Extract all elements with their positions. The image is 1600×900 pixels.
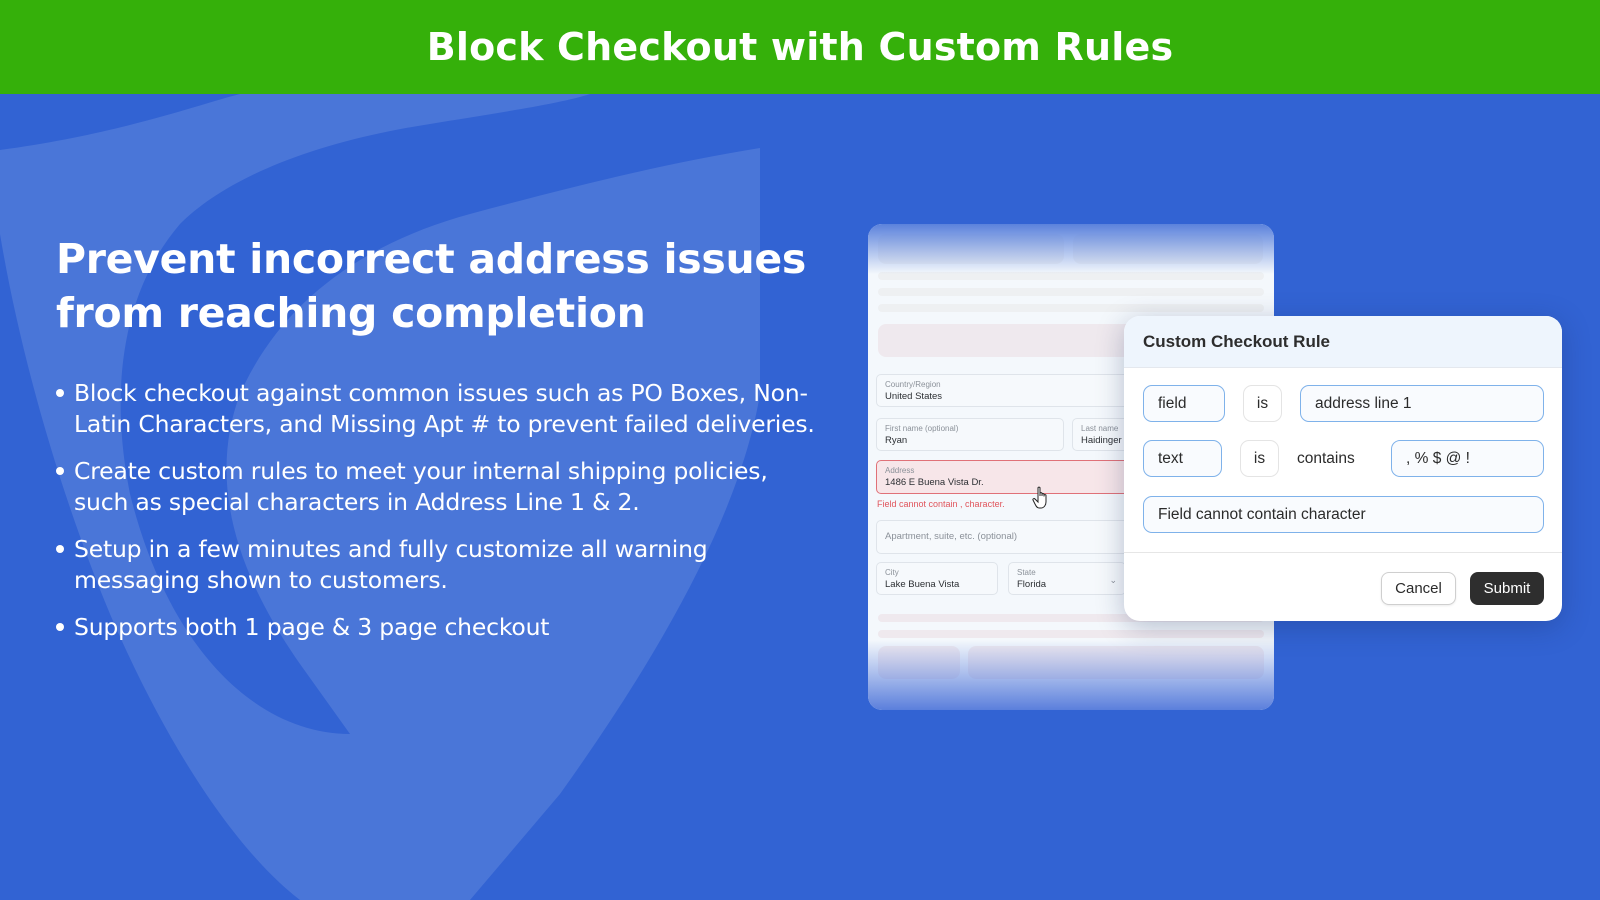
feature-text: Supports both 1 page & 3 page checkout [74,613,550,641]
divider [1124,552,1562,553]
city-field[interactable]: City Lake Buena Vista [876,562,998,595]
rule-operator-select[interactable]: is [1243,385,1282,422]
error-message-input[interactable]: Field cannot contain character [1143,496,1544,533]
cancel-button[interactable]: Cancel [1381,572,1456,605]
first-name-value: Ryan [885,435,908,446]
rule-characters-input[interactable]: , % $ @ ! [1391,440,1544,477]
rule-condition-label: contains [1297,449,1355,467]
chevron-down-icon: ⌄ [1109,575,1117,585]
skeleton-line [878,304,1264,312]
rule-subject-select[interactable]: field [1143,385,1225,422]
state-select[interactable]: State Florida ⌄ [1008,562,1126,595]
custom-checkout-rule-modal: Custom Checkout Rule field is address li… [1124,316,1562,621]
feature-text: Create custom rules to meet your interna… [74,457,768,516]
skeleton-line [878,288,1264,296]
rule-field-value-input[interactable]: address line 1 [1300,385,1544,422]
state-value: Florida [1017,579,1047,590]
feature-list: Block checkout against common issues suc… [56,378,826,643]
feature-item: Setup in a few minutes and fully customi… [56,534,826,596]
feature-item: Block checkout against common issues suc… [56,378,826,440]
skeleton-line [878,630,1264,638]
address-error-message: Field cannot contain , character. [877,499,1005,509]
modal-title: Custom Checkout Rule [1143,331,1331,351]
feature-item: Supports both 1 page & 3 page checkout [56,612,826,643]
bullet-icon [56,545,64,553]
apartment-placeholder: Apartment, suite, etc. (optional) [885,531,1018,542]
state-label: State [1017,568,1036,577]
first-name-field[interactable]: First name (optional) Ryan [876,418,1064,451]
rule-subject-select[interactable]: text [1143,440,1222,477]
rule-operator-select[interactable]: is [1240,440,1279,477]
header-banner: Block Checkout with Custom Rules [0,0,1600,94]
city-value: Lake Buena Vista [885,579,960,590]
feature-text: Setup in a few minutes and fully customi… [74,535,708,594]
feature-text: Block checkout against common issues suc… [74,379,815,438]
submit-button[interactable]: Submit [1470,572,1544,605]
first-name-label: First name (optional) [885,424,959,433]
headline: Prevent incorrect address issues from re… [56,235,806,337]
bullet-icon [56,389,64,397]
bullet-icon [56,467,64,475]
bullet-icon [56,623,64,631]
modal-header: Custom Checkout Rule [1124,316,1562,368]
fade-overlay [868,640,1274,710]
feature-item: Create custom rules to meet your interna… [56,456,826,518]
page-title: Block Checkout with Custom Rules [426,25,1174,69]
hand-pointer-cursor-icon [1032,486,1047,509]
fade-overlay [868,224,1274,274]
city-label: City [885,568,899,577]
feature-copy: Prevent incorrect address issues from re… [56,232,826,659]
